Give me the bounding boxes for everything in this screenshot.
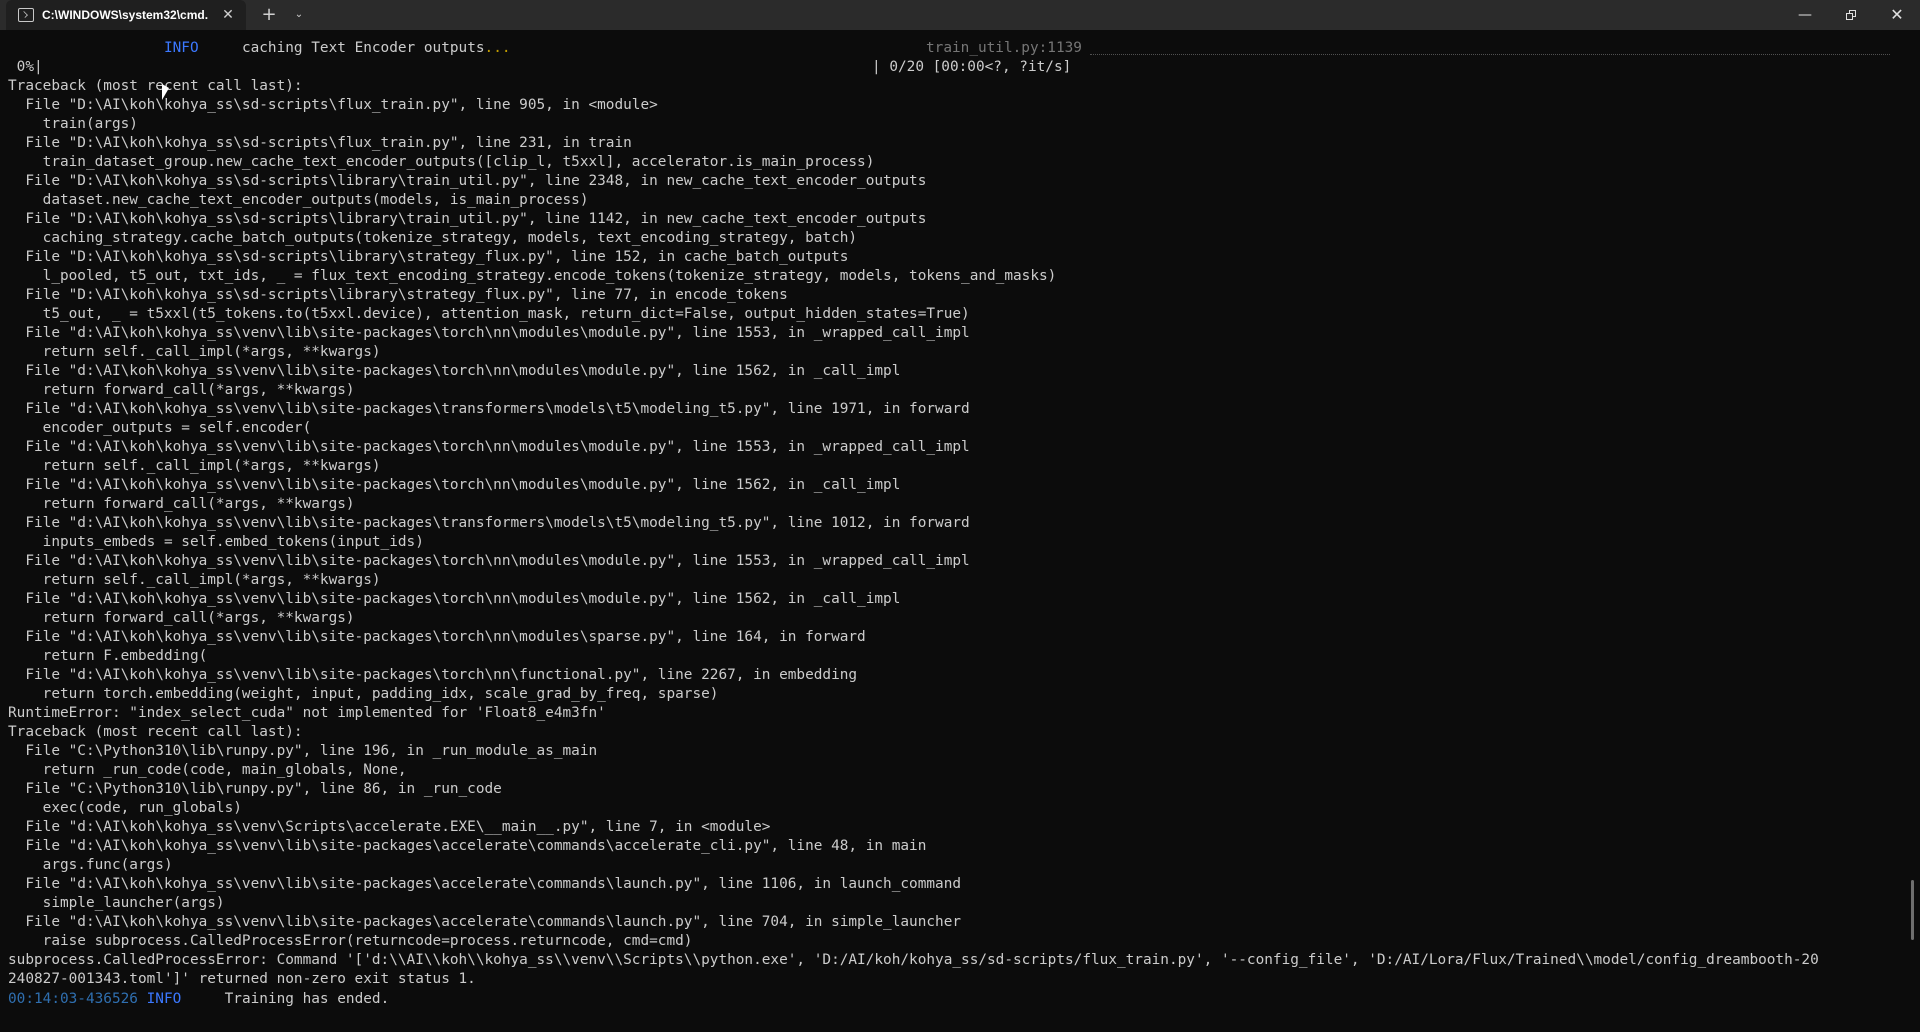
log-message: caching Text Encoder outputs [241,40,485,56]
terminal-line: train_dataset_group.new_cache_text_encod… [8,154,875,170]
terminal-line: File "d:\AI\koh\kohya_ss\venv\lib\site-p… [8,439,970,455]
terminal-line: return _run_code(code, main_globals, Non… [8,762,407,778]
terminal-line: File "C:\Python310\lib\runpy.py", line 8… [8,781,502,797]
progress-right: | 0/20 [00:00<?, ?it/s] [872,59,1072,75]
terminal-line: return self._call_impl(*args, **kwargs) [8,344,381,360]
terminal-line: l_pooled, t5_out, txt_ids, _ = flux_text… [8,268,1057,284]
terminal-line: File "D:\AI\koh\kohya_ss\sd-scripts\libr… [8,211,927,227]
minimize-button[interactable]: — [1782,0,1828,30]
terminal-output[interactable]: INFO caching Text Encoder outputs... tra… [0,30,1906,1032]
scrollbar-thumb[interactable] [1911,880,1914,940]
terminal-line: File "d:\AI\koh\kohya_ss\venv\lib\site-p… [8,477,901,493]
terminal-line: return forward_call(*args, **kwargs) [8,382,355,398]
terminal-line: return self._call_impl(*args, **kwargs) [8,458,381,474]
progress-left: 0%| [8,59,43,75]
terminal-line: train(args) [8,116,138,132]
terminal-line: return F.embedding( [8,648,208,664]
terminal-line: File "D:\AI\koh\kohya_ss\sd-scripts\flux… [8,135,632,151]
terminal-line: raise subprocess.CalledProcessError(retu… [8,933,693,949]
terminal-line: File "d:\AI\koh\kohya_ss\venv\lib\site-p… [8,553,970,569]
terminal-line: File "d:\AI\koh\kohya_ss\venv\lib\site-p… [8,325,970,341]
terminal-line: return forward_call(*args, **kwargs) [8,496,355,512]
source-dotted-rule [1090,54,1890,55]
terminal-line: File "D:\AI\koh\kohya_ss\sd-scripts\flux… [8,97,658,113]
tab-cmd[interactable]: C:\WINDOWS\system32\cmd. ✕ [6,0,246,30]
terminal-line: File "d:\AI\koh\kohya_ss\venv\lib\site-p… [8,363,901,379]
log-timestamp: 00:14:03-436526 [8,991,138,1007]
close-window-button[interactable]: ✕ [1874,0,1920,30]
log-source-ref: train_util.py:1139 [926,40,1082,56]
terminal-line: inputs_embeds = self.embed_tokens(input_… [8,534,424,550]
log-message: Training has ended. [224,991,390,1007]
terminal-line: exec(code, run_globals) [8,800,242,816]
terminal-line: Traceback (most recent call last): [8,78,303,94]
new-tab-button[interactable]: + [256,3,282,27]
log-header-line: INFO caching Text Encoder outputs... [8,39,511,58]
tab-title: C:\WINDOWS\system32\cmd. [42,8,209,22]
terminal-line: File "d:\AI\koh\kohya_ss\venv\lib\site-p… [8,838,927,854]
terminal-line: File "D:\AI\koh\kohya_ss\sd-scripts\libr… [8,173,927,189]
terminal-line: Traceback (most recent call last): [8,724,303,740]
terminal-line: t5_out, _ = t5xxl(t5_tokens.to(t5xxl.dev… [8,306,970,322]
terminal-line: dataset.new_cache_text_encoder_outputs(m… [8,192,589,208]
terminal-line: subprocess.CalledProcessError: Command '… [8,952,1819,968]
terminal-line: return torch.embedding(weight, input, pa… [8,686,719,702]
close-tab-icon[interactable]: ✕ [218,5,238,25]
terminal-icon [18,8,34,22]
terminal-line: File "d:\AI\koh\kohya_ss\venv\lib\site-p… [8,515,970,531]
terminal-line: File "d:\AI\koh\kohya_ss\venv\lib\site-p… [8,914,962,930]
terminal-line: File "d:\AI\koh\kohya_ss\venv\lib\site-p… [8,667,858,683]
terminal-line: File "d:\AI\koh\kohya_ss\venv\lib\site-p… [8,629,866,645]
terminal-line: 240827-001343.toml']' returned non-zero … [8,971,476,987]
log-footer-line: 00:14:03-436526 INFO Training has ended. [8,990,389,1009]
terminal-line: encoder_outputs = self.encoder( [8,420,312,436]
terminal-line: caching_strategy.cache_batch_outputs(tok… [8,230,858,246]
terminal-line: return forward_call(*args, **kwargs) [8,610,355,626]
log-level: INFO [146,991,182,1007]
terminal-line: File "d:\AI\koh\kohya_ss\venv\Scripts\ac… [8,819,771,835]
terminal-line: args.func(args) [8,857,173,873]
terminal-line: RuntimeError: "index_select_cuda" not im… [8,705,606,721]
terminal-window: C:\WINDOWS\system32\cmd. ✕ + ⌄ — ✕ INFO … [0,0,1920,1032]
terminal-line: File "D:\AI\koh\kohya_ss\sd-scripts\libr… [8,287,788,303]
terminal-line: File "d:\AI\koh\kohya_ss\venv\lib\site-p… [8,591,901,607]
terminal-line: File "C:\Python310\lib\runpy.py", line 1… [8,743,598,759]
tab-bar: C:\WINDOWS\system32\cmd. ✕ + ⌄ — ✕ [0,0,1920,30]
terminal-line: File "D:\AI\koh\kohya_ss\sd-scripts\libr… [8,249,849,265]
terminal-line: File "d:\AI\koh\kohya_ss\venv\lib\site-p… [8,876,962,892]
terminal-line: return self._call_impl(*args, **kwargs) [8,572,381,588]
terminal-line: simple_launcher(args) [8,895,225,911]
terminal-line: File "d:\AI\koh\kohya_ss\venv\lib\site-p… [8,401,970,417]
maximize-button[interactable] [1828,0,1874,30]
log-dots: ... [484,40,511,56]
log-level: INFO [163,40,199,56]
mouse-cursor-icon [162,84,169,100]
chevron-down-icon[interactable]: ⌄ [286,3,312,27]
restore-icon [1846,9,1856,20]
